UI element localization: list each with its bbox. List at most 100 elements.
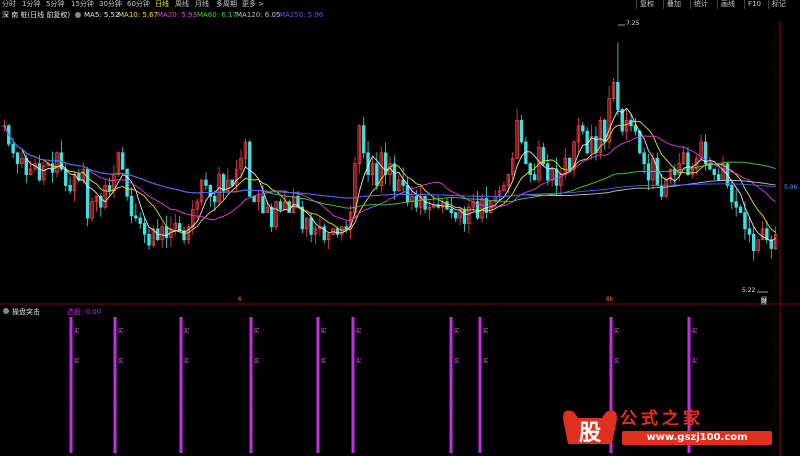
candle-body xyxy=(278,201,283,210)
f10-button[interactable]: F10 xyxy=(744,0,764,9)
period-tab-weekly[interactable]: 周线 xyxy=(175,0,189,9)
indicator-settings-icon[interactable] xyxy=(3,308,9,314)
draw-line-button[interactable]: 画线 xyxy=(717,0,738,9)
buy-signal-label: 买 xyxy=(321,357,327,365)
event-marker: 6 xyxy=(238,296,242,303)
candle-body xyxy=(252,195,256,203)
candle-body xyxy=(686,152,690,175)
buy-signal-bar xyxy=(316,317,320,453)
stats-button[interactable]: 统计 xyxy=(690,0,711,9)
buy-signal-bar xyxy=(449,317,453,453)
period-tab-60min[interactable]: 60分钟 xyxy=(127,0,150,9)
candle-body xyxy=(734,201,738,208)
buy-signal-label: 买 xyxy=(184,357,190,365)
period-tab-30min[interactable]: 30分钟 xyxy=(99,0,122,9)
event-marker: 8k xyxy=(606,296,614,303)
candle-body xyxy=(743,212,747,230)
ma120-value: MA120: 6.05 xyxy=(236,11,281,19)
candle-body xyxy=(747,228,752,235)
period-tab-15min[interactable]: 15分钟 xyxy=(71,0,94,9)
candle-body xyxy=(423,195,427,210)
buy-signal-bar xyxy=(249,317,253,453)
indicator-name: 操盘突击 xyxy=(12,308,40,316)
candle-body xyxy=(638,130,642,154)
stock-logo-icon: 股 xyxy=(563,410,617,446)
overlay-button[interactable]: 叠加 xyxy=(663,0,684,9)
ma10-value: MA10: 5.67 xyxy=(118,11,158,19)
candle-body xyxy=(362,125,366,154)
period-tab-daily[interactable]: 日线 xyxy=(155,0,169,9)
candle-body xyxy=(375,163,379,186)
buy-signal-bar xyxy=(351,317,355,453)
candle-body xyxy=(142,223,147,235)
gszj-watermark-logo: 股 公式之家 www.gszj100.com xyxy=(560,404,780,452)
candle-body xyxy=(107,185,112,192)
candle-body xyxy=(64,168,68,186)
candle-body xyxy=(519,119,524,143)
candle-body xyxy=(134,215,138,219)
svg-text:股: 股 xyxy=(579,421,601,446)
high-price-label: 7.25 xyxy=(626,20,640,27)
candle-body xyxy=(24,157,28,175)
price-tag: 5.96 xyxy=(784,184,798,191)
candle-body xyxy=(120,152,125,170)
candle-body xyxy=(401,179,405,186)
buy-signal-label: 买 xyxy=(692,327,698,335)
stock-name: 深 南 桩(日线 前复权) xyxy=(2,11,71,19)
candle-body xyxy=(309,217,313,235)
candle-body xyxy=(462,208,467,224)
kline-chart[interactable] xyxy=(0,20,800,305)
buy-signal-bar xyxy=(69,317,73,453)
candle-body xyxy=(716,174,721,181)
buy-signal-label: 买 xyxy=(321,327,327,335)
buy-signal-label: 买 xyxy=(254,327,260,335)
period-tab-monthly[interactable]: 月线 xyxy=(195,0,209,9)
candle-body xyxy=(344,226,348,230)
candle-body xyxy=(414,195,418,208)
buy-signal-label: 买 xyxy=(74,357,80,365)
candle-body xyxy=(629,119,633,127)
ma20-value: MA20: 5.93 xyxy=(157,11,197,19)
buy-signal-label: 买 xyxy=(692,357,698,365)
buy-signal-label: 买 xyxy=(483,357,489,365)
candle-body xyxy=(147,233,151,246)
candle-body xyxy=(269,206,274,228)
low-price-label: 5.22 xyxy=(742,287,756,294)
candle-body xyxy=(546,163,550,181)
buy-signal-label: 买 xyxy=(614,357,620,365)
mark-button[interactable]: 标记 xyxy=(768,0,789,9)
period-tab-minute[interactable]: 分时 xyxy=(2,0,16,9)
candle-body xyxy=(37,163,42,181)
candle-body xyxy=(730,185,734,203)
candle-body xyxy=(633,125,638,132)
buy-signal-bar xyxy=(113,317,117,453)
buy-signal-label: 买 xyxy=(483,327,489,335)
period-tab-multi[interactable]: 多周期 xyxy=(216,0,237,9)
period-tab-1min[interactable]: 1分钟 xyxy=(22,0,40,9)
buy-signal-label: 买 xyxy=(454,327,460,335)
candle-body xyxy=(125,168,129,197)
settings-dot-icon[interactable] xyxy=(75,12,81,18)
buy-signal-label: 买 xyxy=(118,327,124,335)
candle-body xyxy=(261,195,265,213)
candle-body xyxy=(11,143,15,154)
ma250-value: MA250: 5.96 xyxy=(279,11,324,19)
ma60-value: MA60: 6.17 xyxy=(197,11,237,19)
indicator-value: 选股: 0.00 xyxy=(67,308,102,316)
period-tab-5min[interactable]: 5分钟 xyxy=(46,0,64,9)
candle-body xyxy=(15,152,20,165)
candle-body xyxy=(581,125,585,132)
candle-body xyxy=(532,174,537,181)
candle-body xyxy=(554,168,559,186)
period-tab-more[interactable]: 更多 > xyxy=(242,0,264,9)
buy-signal-label: 买 xyxy=(254,357,260,365)
candle-body xyxy=(204,179,208,186)
buy-signal-label: 买 xyxy=(454,357,460,365)
buy-signal-label: 买 xyxy=(118,357,124,365)
candle-body xyxy=(445,201,449,210)
candle-body xyxy=(642,152,646,165)
candle-body xyxy=(68,185,72,192)
adjust-button[interactable]: 复权 xyxy=(636,0,657,9)
candle-body xyxy=(287,201,291,213)
buy-signal-bar xyxy=(478,317,482,453)
